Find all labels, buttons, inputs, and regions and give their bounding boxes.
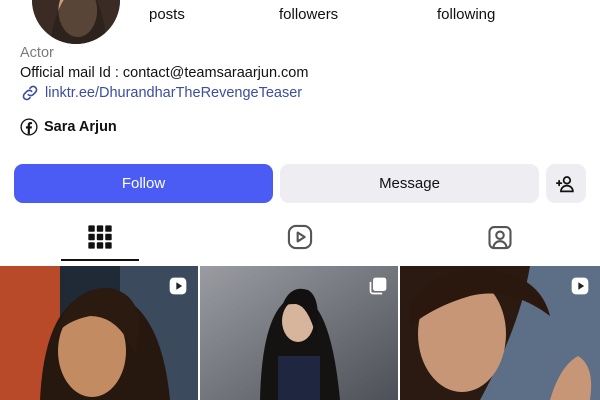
- tab-tagged[interactable]: [461, 212, 539, 262]
- facebook-link[interactable]: Sara Arjun: [20, 118, 117, 136]
- profile-avatar[interactable]: [28, 0, 124, 48]
- followers-label[interactable]: followers: [279, 6, 338, 23]
- profile-tabs: [0, 212, 600, 262]
- reel-badge-icon: [571, 277, 589, 295]
- post-tile[interactable]: [200, 266, 398, 400]
- posts-grid: [0, 266, 600, 400]
- facebook-icon: [20, 118, 38, 136]
- tab-reels[interactable]: [261, 212, 339, 262]
- tab-posts-grid[interactable]: [61, 212, 139, 262]
- bio-link-text[interactable]: linktr.ee/DhurandharTheRevengeTeaser: [45, 85, 302, 101]
- facebook-name[interactable]: Sara Arjun: [44, 119, 117, 135]
- reels-icon: [287, 224, 313, 250]
- posts-label: posts: [149, 6, 185, 23]
- follow-button[interactable]: Follow: [14, 164, 273, 203]
- bio-link[interactable]: linktr.ee/DhurandharTheRevengeTeaser: [20, 83, 302, 103]
- profile-category: Actor: [20, 45, 54, 61]
- add-user-icon: [555, 175, 574, 192]
- avatar-image: [32, 0, 120, 44]
- link-icon: [22, 85, 38, 101]
- reel-badge-icon: [169, 277, 187, 295]
- message-button[interactable]: Message: [280, 164, 539, 203]
- add-user-button[interactable]: [546, 164, 586, 203]
- post-tile[interactable]: [0, 266, 198, 400]
- bio-text: Official mail Id : contact@teamsaraarjun…: [20, 65, 309, 81]
- carousel-badge-icon: [369, 277, 387, 295]
- tagged-icon: [488, 226, 512, 250]
- post-tile[interactable]: [400, 266, 600, 400]
- grid-icon: [88, 225, 112, 249]
- following-label[interactable]: following: [437, 6, 495, 23]
- active-tab-indicator: [61, 259, 139, 261]
